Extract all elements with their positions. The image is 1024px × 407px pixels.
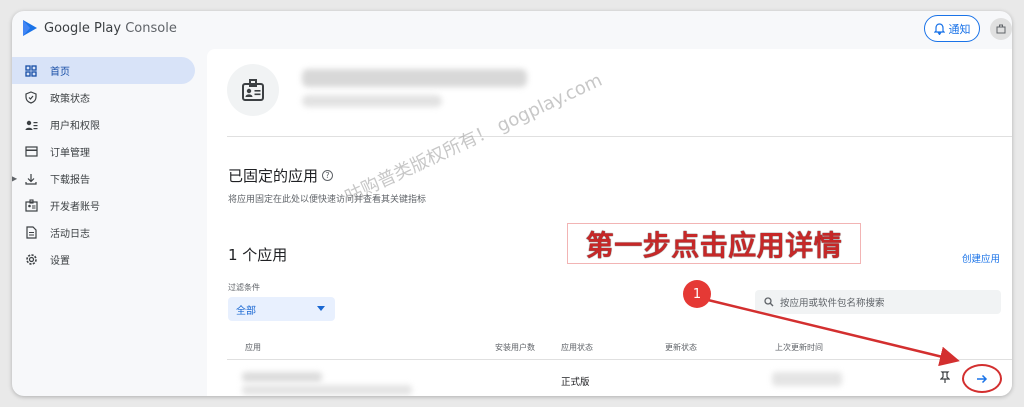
dropdown-arrow-icon	[317, 306, 325, 311]
blurred-developer-id	[302, 95, 442, 107]
sidebar-nav: 首页 政策状态 用户和权限 订单管理 ▶ 下载报告 开发者账号 活动日志 设置	[12, 57, 202, 273]
gear-icon	[24, 253, 38, 267]
sidebar-item-label: 开发者账号	[50, 202, 100, 213]
sidebar-item-reports[interactable]: ▶ 下载报告	[12, 165, 202, 192]
column-header-app: 应用	[245, 343, 261, 352]
document-icon	[24, 226, 38, 240]
top-bar: Google Play Console 通知	[12, 11, 1012, 49]
credit-card-icon	[24, 145, 38, 159]
search-input[interactable]: 按应用或软件包名称搜索	[755, 290, 1001, 314]
step-annotation-text: 第一步点击应用详情	[585, 228, 843, 262]
search-icon	[764, 297, 774, 307]
help-icon[interactable]: ?	[322, 170, 334, 181]
brand-text: Google Play Console	[44, 20, 177, 36]
arrow-right-icon	[977, 374, 988, 383]
download-icon	[24, 172, 38, 186]
developer-header	[227, 64, 279, 116]
sidebar-item-label: 设置	[50, 256, 70, 267]
sidebar-item-developer-account[interactable]: 开发者账号	[12, 192, 202, 219]
notify-label: 通知	[948, 22, 971, 36]
shield-icon	[24, 91, 38, 105]
pinned-apps-description: 将应用固定在此处以便快速访问并查看其关键指标	[228, 195, 427, 205]
step-annotation-box: 第一步点击应用详情	[567, 223, 861, 264]
play-console-logo[interactable]: Google Play Console	[22, 19, 177, 37]
sidebar-item-users[interactable]: 用户和权限	[12, 111, 202, 138]
column-header-update-status: 更新状态	[665, 343, 697, 352]
column-header-installs: 安装用户数	[495, 343, 535, 352]
sidebar-item-label: 下载报告	[50, 175, 90, 186]
bell-icon	[933, 22, 945, 35]
sidebar-item-orders[interactable]: 订单管理	[12, 138, 202, 165]
app-count-heading: 1 个应用	[228, 246, 288, 264]
table-divider	[227, 359, 1012, 360]
sidebar-item-policy[interactable]: 政策状态	[12, 84, 202, 111]
search-placeholder: 按应用或软件包名称搜索	[780, 298, 885, 309]
create-app-link[interactable]: 创建应用	[962, 251, 1000, 265]
app-details-arrow-button[interactable]	[962, 364, 1002, 393]
pinned-apps-title: 已固定的应用 ?	[228, 165, 334, 186]
badge-icon	[242, 79, 264, 101]
sidebar-item-label: 用户和权限	[50, 121, 100, 132]
sidebar-item-label: 政策状态	[50, 94, 90, 105]
column-header-app-status: 应用状态	[561, 343, 593, 352]
sidebar-item-label: 订单管理	[50, 148, 90, 159]
sidebar-item-home[interactable]: 首页	[12, 57, 195, 84]
column-header-last-updated: 上次更新时间	[775, 343, 823, 352]
developer-avatar	[227, 64, 279, 116]
expand-caret-icon[interactable]: ▶	[12, 174, 17, 183]
users-permissions-icon	[24, 118, 38, 132]
blurred-package-name	[242, 385, 412, 395]
notify-button[interactable]: 通知	[924, 15, 980, 42]
section-divider	[227, 136, 1012, 137]
pin-icon[interactable]	[940, 371, 950, 384]
filter-value: 全部	[236, 305, 256, 317]
blurred-update-time	[772, 372, 842, 386]
sidebar-item-activity-log[interactable]: 活动日志	[12, 219, 202, 246]
dashboard-icon	[24, 64, 38, 78]
badge-icon	[24, 199, 38, 213]
play-console-icon	[23, 20, 37, 36]
blurred-app-name	[242, 372, 322, 382]
blurred-developer-name	[302, 69, 527, 87]
sidebar-item-label: 首页	[50, 67, 70, 78]
filter-label: 过滤条件	[228, 283, 260, 292]
app-window: Google Play Console 通知 首页 政策状态 用户和权限 订单管…	[12, 11, 1012, 396]
app-status-value: 正式版	[561, 377, 590, 388]
account-icon[interactable]	[990, 18, 1012, 40]
step-number-badge: 1	[683, 280, 711, 308]
sidebar-item-settings[interactable]: 设置	[12, 246, 202, 273]
sidebar-item-label: 活动日志	[50, 229, 90, 240]
filter-dropdown[interactable]: 全部	[228, 297, 335, 321]
